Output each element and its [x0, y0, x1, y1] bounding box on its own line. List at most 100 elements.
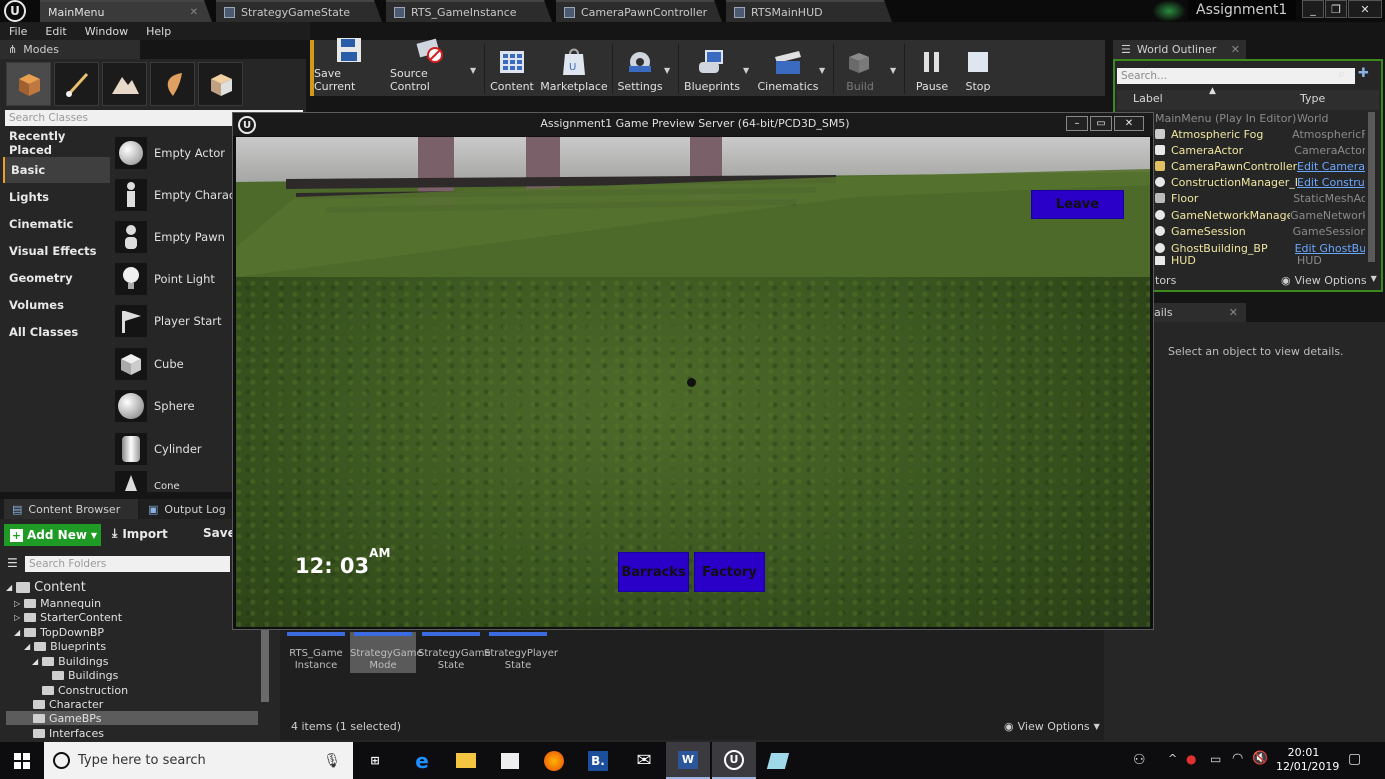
asset-tile[interactable]: StrategyGame State — [418, 632, 491, 672]
microphone-icon[interactable]: 🎙 — [323, 753, 341, 769]
place-mode-button[interactable] — [6, 62, 51, 106]
landscape-mode-button[interactable] — [102, 62, 147, 106]
menu-window[interactable]: Window — [76, 25, 137, 38]
people-icon[interactable]: ⚇ — [1133, 752, 1146, 768]
place-empty-pawn[interactable]: Empty Pawn — [115, 217, 233, 257]
asset-tile-selected[interactable]: StrategyGame Mode — [350, 632, 423, 673]
store-bag-icon[interactable] — [488, 742, 532, 779]
tree-item-content[interactable]: ◢ Content — [6, 580, 86, 595]
tree-item-blueprints[interactable]: ◢ Blueprints — [24, 639, 106, 653]
volume-muted-icon[interactable]: 🔇 — [1252, 751, 1268, 766]
outliner-row[interactable]: CameraActor CameraActor — [1155, 142, 1365, 158]
source-control-button[interactable]: Source Control — [390, 38, 468, 95]
firefox-icon[interactable] — [532, 742, 576, 779]
source-control-status-icon[interactable] — [1152, 0, 1186, 22]
close-icon[interactable]: ✕ — [1231, 43, 1240, 56]
close-icon[interactable]: ✕ — [1229, 303, 1238, 322]
tree-item-interfaces[interactable]: Interfaces — [33, 726, 104, 740]
tab-modes[interactable]: ⋔ Modes — [0, 40, 140, 59]
paint-mode-button[interactable] — [54, 62, 99, 106]
category-geometry[interactable]: Geometry — [3, 265, 110, 291]
column-type[interactable]: Type — [1300, 92, 1325, 105]
category-basic[interactable]: Basic — [3, 157, 110, 183]
category-recently-placed[interactable]: Recently Placed — [3, 129, 110, 157]
tab-mainmenu[interactable]: MainMenu ✕ — [40, 0, 212, 22]
import-button[interactable]: ⤓ Import — [112, 526, 168, 541]
stop-button[interactable]: Stop — [958, 45, 998, 95]
tree-item-startercontent[interactable]: ▷ StarterContent — [14, 610, 122, 624]
place-cylinder[interactable]: Cylinder — [115, 429, 233, 469]
save-all-button[interactable]: Save — [203, 526, 236, 540]
minimize-icon[interactable]: _ — [1302, 0, 1324, 18]
chevron-up-icon[interactable]: ^ — [1168, 752, 1177, 765]
maximize-icon[interactable]: ▭ — [1090, 116, 1112, 131]
notes-app-icon[interactable] — [756, 742, 800, 779]
folder-tree-scrollbar[interactable] — [261, 630, 269, 702]
edit-blueprint-link[interactable]: Edit Constru — [1297, 176, 1365, 189]
tab-rtsmainhud[interactable]: RTSMainHUD — [726, 0, 892, 22]
asset-tile[interactable]: RTS_Game Instance — [286, 632, 346, 672]
tray-clock[interactable]: 20:01 12/01/2019 — [1276, 746, 1339, 774]
column-label[interactable]: Label — [1133, 92, 1163, 105]
chevron-down-icon[interactable]: ▼ — [743, 66, 749, 75]
edit-blueprint-link[interactable]: Edit GhostBu — [1295, 242, 1365, 255]
geometry-mode-button[interactable] — [198, 62, 243, 106]
place-cone[interactable]: Cone — [115, 471, 233, 492]
leave-button[interactable]: Leave — [1031, 190, 1124, 219]
outliner-row[interactable]: GameSession GameSession — [1155, 223, 1365, 239]
tree-item-buildings-sub[interactable]: Buildings — [52, 668, 118, 682]
tab-world-outliner[interactable]: ☰ World Outliner ✕ — [1113, 40, 1246, 59]
pause-button[interactable]: Pause — [912, 45, 952, 95]
file-explorer-icon[interactable] — [444, 742, 488, 779]
marketplace-button[interactable]: U Marketplace — [540, 45, 608, 95]
place-cube[interactable]: Cube — [115, 344, 233, 384]
add-filter-icon[interactable]: ✚ — [1358, 66, 1369, 81]
settings-button[interactable]: Settings — [616, 45, 664, 95]
category-visual-effects[interactable]: Visual Effects — [3, 238, 110, 264]
place-sphere[interactable]: Sphere — [115, 386, 233, 426]
content-button[interactable]: Content — [488, 45, 536, 95]
add-new-button[interactable]: + Add New ▼ — [4, 524, 101, 546]
task-view-icon[interactable]: ⊞ — [353, 742, 397, 779]
unreal-logo-icon[interactable]: U — [4, 0, 26, 22]
close-icon[interactable]: ✕ — [1114, 116, 1144, 131]
tree-item-mannequin[interactable]: ▷ Mannequin — [14, 596, 101, 610]
outliner-view-options[interactable]: ◉ View Options ▼ — [1281, 274, 1377, 287]
asset-tile[interactable]: StrategyPlayer State — [484, 632, 558, 672]
tree-item-gamebps[interactable]: GameBPs — [6, 711, 258, 725]
chevron-down-icon[interactable]: ▼ — [664, 66, 670, 75]
wifi-icon[interactable]: ◠ — [1232, 751, 1243, 766]
tab-camerapawncontroller[interactable]: CameraPawnController — [556, 0, 722, 22]
chevron-down-icon[interactable]: ▼ — [819, 66, 825, 75]
save-current-button[interactable]: Save Current — [314, 38, 384, 95]
outliner-row[interactable]: HUD HUD — [1155, 256, 1365, 265]
menu-edit[interactable]: Edit — [36, 25, 75, 38]
barracks-button[interactable]: Barracks — [618, 552, 689, 592]
place-point-light[interactable]: Point Light — [115, 259, 233, 299]
factory-button[interactable]: Factory — [694, 552, 765, 592]
outliner-row[interactable]: ConstructionManager_B Edit Constru — [1155, 174, 1365, 190]
minimize-icon[interactable]: – — [1066, 116, 1088, 131]
sources-panel-toggle-icon[interactable]: ☰ — [7, 556, 18, 570]
place-player-start[interactable]: Player Start — [115, 301, 233, 341]
category-volumes[interactable]: Volumes — [3, 292, 110, 318]
search-folders-input[interactable]: Search Folders — [25, 556, 230, 572]
tray-app-icon[interactable]: ● — [1186, 752, 1196, 766]
taskbar-search-box[interactable]: Type here to search 🎙 — [44, 742, 353, 779]
windows-start-button[interactable] — [0, 742, 44, 779]
outliner-row[interactable]: Atmospheric Fog AtmosphericF — [1155, 126, 1365, 142]
tree-item-buildings[interactable]: ◢ Buildings — [32, 654, 109, 668]
tab-strategygamestate[interactable]: StrategyGameState — [216, 0, 382, 22]
tab-rts-gameinstance[interactable]: RTS_GameInstance — [386, 0, 552, 22]
blueprints-button[interactable]: Blueprints — [682, 45, 742, 95]
foliage-mode-button[interactable] — [150, 62, 195, 106]
edge-browser-icon[interactable]: e — [400, 742, 444, 779]
action-center-icon[interactable]: ▢ — [1348, 751, 1361, 767]
outliner-row[interactable]: MainMenu (Play In Editor) World — [1155, 110, 1365, 126]
outliner-scrollbar[interactable] — [1368, 112, 1375, 262]
close-icon[interactable]: ✕ — [1348, 0, 1382, 18]
category-lights[interactable]: Lights — [3, 184, 110, 210]
outliner-row[interactable]: GhostBuilding_BP Edit GhostBu — [1155, 240, 1365, 256]
tab-output-log[interactable]: ▣ Output Log — [140, 499, 232, 519]
chevron-down-icon[interactable]: ▼ — [470, 66, 476, 75]
